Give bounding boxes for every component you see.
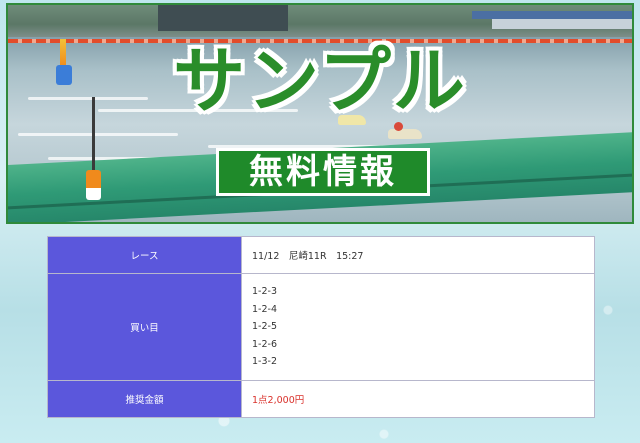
- bets-label: 買い目: [47, 273, 242, 381]
- banner-title: サンプル: [173, 39, 467, 123]
- bet-item: 1-2-6: [252, 338, 277, 350]
- marker-flag: [86, 170, 101, 200]
- bet-item: 1-3-2: [252, 356, 277, 368]
- banner-subtitle: 無料情報: [249, 152, 397, 192]
- bridge-deck: [492, 19, 632, 29]
- amount-value: 1点2,000円: [252, 395, 305, 406]
- hero-banner: サンプル 無料情報: [6, 3, 634, 224]
- bets-row: 買い目 1-2-3 1-2-4 1-2-5 1-2-6 1-3-2: [47, 273, 595, 381]
- bets-value: 1-2-3 1-2-4 1-2-5 1-2-6 1-3-2: [241, 273, 595, 381]
- race-boat: [388, 122, 422, 139]
- race-row: レース 11/12 尼崎11R 15:27: [47, 236, 595, 274]
- bet-item: 1-2-4: [252, 303, 277, 315]
- free-info-table: レース 11/12 尼崎11R 15:27 買い目 1-2-3 1-2-4 1-…: [47, 236, 595, 418]
- bridge: [472, 11, 632, 19]
- bet-item: 1-2-5: [252, 321, 277, 333]
- bet-item: 1-2-3: [252, 286, 277, 298]
- bets-list: 1-2-3 1-2-4 1-2-5 1-2-6 1-3-2: [252, 283, 594, 371]
- race-label: レース: [47, 236, 242, 274]
- scoreboard-building: [158, 5, 288, 31]
- amount-label: 推奨金額: [47, 380, 242, 418]
- amount-cell: 1点2,000円: [241, 380, 595, 418]
- race-value: 11/12 尼崎11R 15:27: [241, 236, 595, 274]
- amount-row: 推奨金額 1点2,000円: [47, 380, 595, 418]
- wake-streak: [18, 133, 178, 136]
- banner-subtitle-box: 無料情報: [216, 148, 430, 196]
